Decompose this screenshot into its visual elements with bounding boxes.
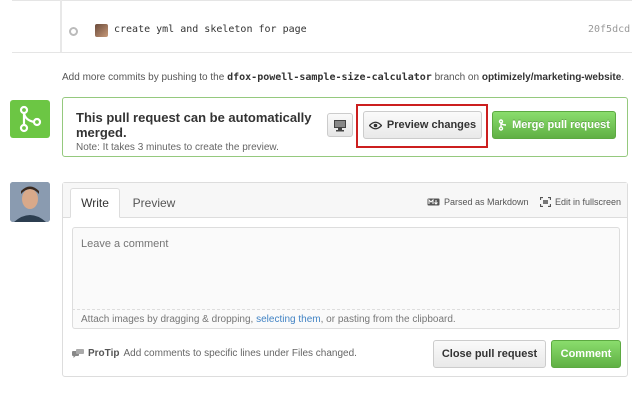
merge-status-title: This pull request can be automatically m…	[76, 110, 312, 140]
attach-suffix: , or pasting from the clipboard.	[320, 314, 456, 325]
monitor-icon	[334, 120, 346, 132]
merge-icon	[498, 119, 507, 131]
push-note: Add more commits by pushing to the dfox-…	[62, 72, 624, 83]
markdown-note[interactable]: Parsed as Markdown	[427, 197, 529, 207]
merge-pull-request-button[interactable]: Merge pull request	[492, 111, 616, 139]
preview-changes-button[interactable]: Preview changes	[363, 111, 482, 139]
comment-bubbles-icon	[72, 348, 84, 358]
comment-submit-button[interactable]: Comment	[551, 340, 621, 368]
push-note-prefix: Add more commits by pushing to the	[62, 72, 225, 83]
repo-name: optimizely/marketing-website	[481, 72, 622, 83]
selecting-them-link[interactable]: selecting them	[256, 314, 320, 325]
timeline-line	[60, 0, 62, 52]
commit-author-avatar[interactable]	[95, 24, 108, 37]
push-note-suffix: .	[621, 72, 625, 83]
merge-pull-request-label: Merge pull request	[512, 119, 610, 131]
commit-message[interactable]: create yml and skeleton for page	[114, 24, 307, 35]
eye-icon	[368, 121, 382, 129]
merge-status-note: Note: It takes 3 minutes to create the p…	[76, 142, 279, 153]
tab-write[interactable]: Write	[70, 188, 120, 218]
branch-name: dfox-powell-sample-size-calculator	[227, 72, 432, 83]
desktop-app-button[interactable]	[327, 113, 353, 137]
markdown-note-label: Parsed as Markdown	[444, 197, 529, 207]
tab-preview[interactable]: Preview	[124, 188, 184, 218]
comment-textarea[interactable]	[72, 227, 620, 310]
protip-label: ProTip	[88, 348, 120, 359]
markdown-icon	[427, 198, 440, 206]
attach-prefix: Attach images by dragging & dropping,	[81, 314, 254, 325]
attach-images-bar[interactable]: Attach images by dragging & dropping, se…	[72, 309, 620, 329]
push-note-middle: branch on	[434, 72, 480, 83]
protip: ProTip Add comments to specific lines un…	[72, 348, 357, 359]
fullscreen-icon	[540, 197, 551, 207]
protip-text: Add comments to specific lines under Fil…	[123, 348, 357, 359]
close-pull-request-button[interactable]: Close pull request	[433, 340, 546, 368]
git-merge-icon	[10, 100, 50, 138]
top-divider	[12, 0, 632, 1]
preview-changes-label: Preview changes	[386, 119, 477, 131]
commit-sha[interactable]: 20f5dcd	[588, 24, 630, 35]
fullscreen-link[interactable]: Edit in fullscreen	[540, 197, 621, 207]
commit-dot-icon	[69, 27, 78, 36]
user-avatar[interactable]	[10, 182, 50, 222]
fullscreen-label: Edit in fullscreen	[555, 197, 622, 207]
